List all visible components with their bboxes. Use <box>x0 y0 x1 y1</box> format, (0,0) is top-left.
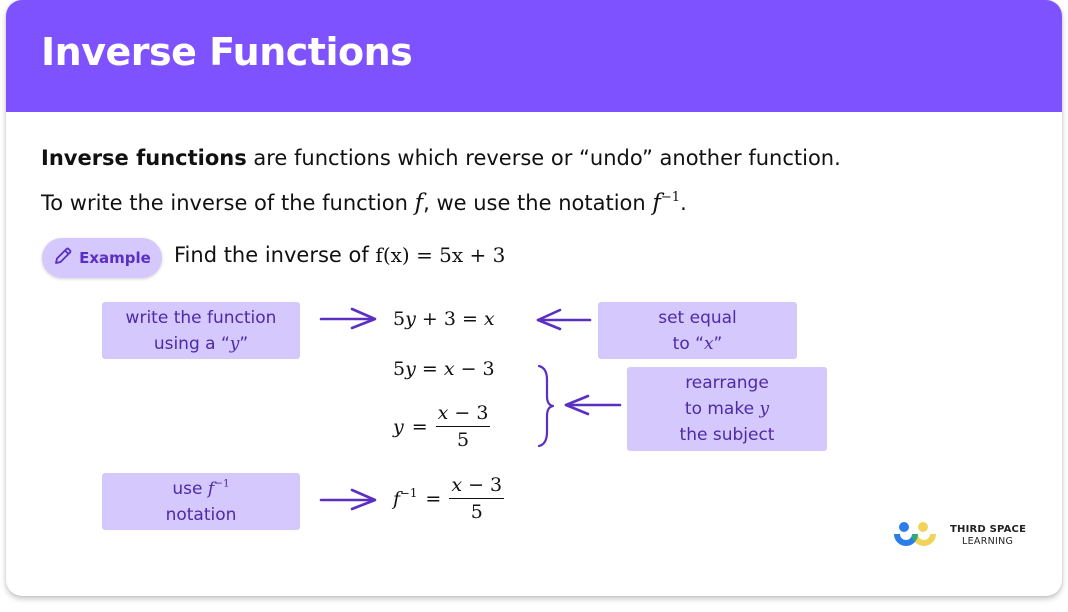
logo-text: THIRD SPACE LEARNING <box>950 524 1026 548</box>
fraction-denominator: 5 <box>457 429 470 451</box>
fraction-denominator: 5 <box>470 501 483 523</box>
fraction-numerator: x − 3 <box>449 474 505 499</box>
fraction: x − 3 5 <box>435 402 491 451</box>
eq-var: x <box>483 308 495 330</box>
example-question-math: f(x) = 5x + 3 <box>375 243 506 267</box>
step-var: x <box>703 333 714 354</box>
eq-equals: = <box>411 415 428 438</box>
step-box-line: to make y <box>627 396 827 422</box>
step-text: to make <box>684 399 760 419</box>
eq-lhs: f−1 <box>393 485 418 510</box>
step-box-set-equal-x: set equal to “x” <box>598 302 797 359</box>
step-sup: −1 <box>214 477 230 490</box>
step-var: y <box>229 333 240 354</box>
step-text: use <box>172 478 208 499</box>
step-box-line: to “x” <box>598 331 797 357</box>
step-box-line: using a “y” <box>102 331 300 357</box>
eq-var: f <box>393 487 401 510</box>
inverse-notation-sup: −1 <box>660 189 681 205</box>
pencil-icon <box>53 246 73 271</box>
eq-equals: = <box>425 487 442 510</box>
definition-text: are functions which reverse or “undo” an… <box>246 146 841 170</box>
eq-var: x <box>451 474 463 496</box>
definition-line: Inverse functions are functions which re… <box>41 146 841 170</box>
step-box-line: the subject <box>679 425 775 445</box>
step-text: ” <box>239 333 249 354</box>
step-box-line: notation <box>165 504 237 525</box>
eq-sup: −1 <box>400 485 418 500</box>
definition-term: Inverse functions <box>41 146 247 170</box>
fraction: x − 3 5 <box>449 474 505 523</box>
notation-text-end: . <box>680 191 687 215</box>
step-box-line: rearrange <box>685 373 769 393</box>
eq-term: − 3 <box>448 402 489 424</box>
eq-term: 5 <box>393 308 406 330</box>
step-text: to “ <box>672 333 704 354</box>
step-var: y <box>759 399 770 419</box>
step-box-line: use f−1 <box>102 476 300 502</box>
eq-term: + 3 = <box>415 308 484 330</box>
step-box-line: write the function <box>125 307 277 328</box>
notation-text-before: To write the inverse of the function <box>41 191 415 215</box>
eq-var: x <box>443 358 455 380</box>
eq-term: 5 <box>393 358 406 380</box>
example-question-text: Find the inverse of <box>174 243 376 267</box>
equation-step-1: 5y + 3 = x <box>393 308 495 330</box>
equation-step-3: y = x − 3 5 <box>393 402 491 451</box>
page-title: Inverse Functions <box>41 30 413 74</box>
example-badge-label: Example <box>79 249 151 267</box>
eq-term: = <box>415 358 444 380</box>
eq-term: − 3 <box>462 474 503 496</box>
eq-term: − 3 <box>454 358 495 380</box>
eq-var: y <box>393 415 404 438</box>
step-box-rearrange: rearrange to make y the subject <box>627 367 827 451</box>
example-badge: Example <box>42 238 162 278</box>
logo-line-1: THIRD SPACE <box>950 524 1027 535</box>
logo-mark-icon <box>894 522 936 546</box>
step-text: ” <box>713 333 723 354</box>
equation-final: f−1 = x − 3 5 <box>393 474 505 523</box>
equation-step-2: 5y = x − 3 <box>393 358 495 380</box>
step-text: using a “ <box>153 333 230 354</box>
step-box-use-notation: use f−1 notation <box>102 473 300 530</box>
example-question: Find the inverse of f(x) = 5x + 3 <box>174 243 505 267</box>
step-box-write-with-y: write the function using a “y” <box>102 302 300 359</box>
fraction-numerator: x − 3 <box>435 402 491 427</box>
header-banner: Inverse Functions <box>6 0 1062 112</box>
eq-var: y <box>405 308 416 330</box>
function-symbol: f <box>414 190 424 216</box>
notation-line: To write the inverse of the function f, … <box>41 190 687 216</box>
notation-text-middle: , we use the notation <box>423 191 653 215</box>
inverse-notation-base: f <box>652 190 661 216</box>
step-box-line: set equal <box>658 307 737 328</box>
eq-var: x <box>437 402 449 424</box>
logo-line-2: LEARNING <box>962 536 1014 547</box>
third-space-learning-logo: THIRD SPACE LEARNING <box>890 520 1026 552</box>
eq-var: y <box>405 358 416 380</box>
